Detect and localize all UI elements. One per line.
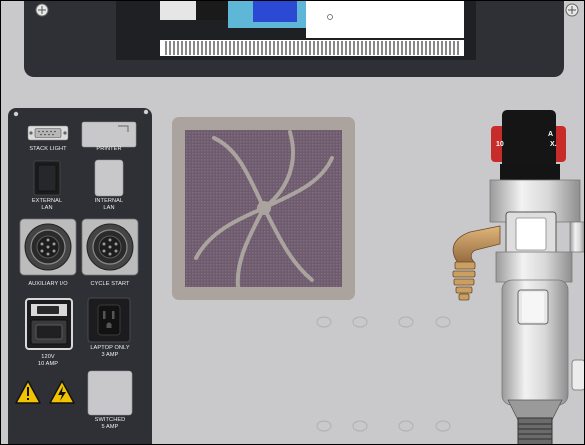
panel-illustration (8, 0, 585, 445)
stack-light-connector[interactable] (27, 125, 69, 141)
monitor-bezel (24, 0, 579, 77)
switched-outlet-cover[interactable] (87, 370, 133, 416)
mounting-holes (316, 316, 451, 432)
power-inlet-switch[interactable] (25, 298, 73, 350)
laptop-outlet[interactable] (87, 297, 131, 343)
external-lan-port[interactable] (33, 160, 61, 196)
laptop-only-label: LAPTOP ONLY 3 AMP (90, 345, 130, 358)
internal-lan-port-cover[interactable] (94, 159, 124, 197)
external-lan-label: EXTERNAL LAN (31, 198, 63, 211)
auxiliary-io-connector[interactable] (19, 218, 77, 276)
cycle-start-label: CYCLE START (90, 281, 130, 287)
cycle-start-connector[interactable] (81, 218, 139, 276)
brass-fitting (452, 225, 501, 301)
internal-lan-label: INTERNAL LAN (94, 198, 124, 211)
power-120v-label: 120V 10 AMP (37, 354, 59, 367)
stack-light-label: STACK LIGHT (29, 146, 67, 152)
fan-grille-icon (172, 117, 355, 300)
air-regulator (489, 110, 585, 445)
machine-control-panel: STACK LIGHT PRINTER EXTERNAL LAN INTERNA… (0, 0, 585, 445)
auxiliary-io-label: AUXILIARY I/O (28, 281, 68, 287)
printer-label: PRINTER (96, 146, 122, 152)
connector-panel (8, 108, 152, 445)
printer-port-cover[interactable] (81, 121, 137, 148)
switched-label: SWITCHED 5 AMP (94, 417, 126, 430)
